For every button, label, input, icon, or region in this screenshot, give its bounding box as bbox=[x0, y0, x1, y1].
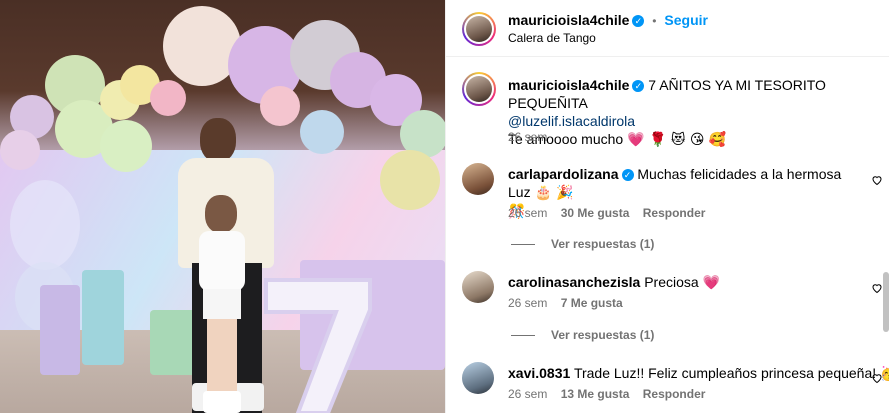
caption-time[interactable]: 26 sem bbox=[508, 130, 547, 144]
follow-button[interactable]: Seguir bbox=[664, 12, 708, 28]
caption-emojis: 💗 🌹 😻 😘 🥰 bbox=[627, 132, 727, 148]
view-replies-button[interactable]: Ver respuestas (1) bbox=[511, 237, 654, 251]
balloon bbox=[380, 150, 440, 210]
dessert-table bbox=[82, 270, 124, 365]
comments-scrollbar[interactable] bbox=[883, 272, 889, 332]
view-replies-button[interactable]: Ver respuestas (1) bbox=[511, 328, 654, 342]
comment-time[interactable]: 26 sem bbox=[508, 206, 547, 220]
caption-block: mauricioisla4chile ✓ 7 AÑITOS YA MI TESOR… bbox=[508, 76, 878, 149]
comment-time[interactable]: 26 sem bbox=[508, 387, 547, 401]
comment-reply-button[interactable]: Responder bbox=[643, 387, 706, 401]
comment-time[interactable]: 26 sem bbox=[508, 296, 547, 310]
view-replies-label[interactable]: Ver respuestas (1) bbox=[551, 328, 654, 342]
comment-emojis: 🎂 🎉 bbox=[534, 185, 574, 201]
comment-likes[interactable]: 13 Me gusta bbox=[561, 387, 630, 401]
heart-outline-icon[interactable] bbox=[871, 281, 883, 294]
post-photo[interactable] bbox=[0, 0, 445, 413]
comment-avatar[interactable] bbox=[462, 271, 494, 303]
number-seven-decoration bbox=[264, 278, 372, 413]
balloon bbox=[10, 180, 80, 270]
balloon bbox=[0, 130, 40, 170]
verified-badge-icon: ✓ bbox=[632, 15, 645, 28]
balloon bbox=[300, 110, 344, 154]
post-side-panel: mauricioisla4chile ✓ • Seguir Calera de T… bbox=[445, 0, 889, 413]
caption-author-avatar[interactable] bbox=[462, 72, 496, 106]
comment-item: carolinasanchezisla Preciosa 💗 bbox=[508, 273, 864, 292]
header-title-row: mauricioisla4chile ✓ • Seguir bbox=[508, 12, 708, 28]
verified-badge-icon: ✓ bbox=[621, 169, 634, 182]
view-replies-label[interactable]: Ver respuestas (1) bbox=[551, 237, 654, 251]
location-label[interactable]: Calera de Tango bbox=[508, 31, 596, 45]
comment-avatar[interactable] bbox=[462, 362, 494, 394]
comment-avatar[interactable] bbox=[462, 163, 494, 195]
comment-username[interactable]: carolinasanchezisla bbox=[508, 274, 640, 290]
divider-line bbox=[511, 243, 535, 245]
heart-outline-icon[interactable] bbox=[871, 371, 883, 384]
post-header: mauricioisla4chile ✓ • Seguir Calera de T… bbox=[446, 0, 889, 57]
caption-username[interactable]: mauricioisla4chile bbox=[508, 77, 629, 93]
balloon bbox=[150, 80, 186, 116]
comment-meta: 26 sem 7 Me gusta bbox=[508, 296, 623, 310]
dessert-table bbox=[40, 285, 80, 375]
comment-text: Preciosa bbox=[644, 274, 699, 290]
comment-item: xavi.0831 Trade Luz!! Feliz cumpleaños p… bbox=[508, 364, 889, 383]
comment-reply-button[interactable]: Responder bbox=[643, 206, 706, 220]
verified-badge-icon: ✓ bbox=[632, 80, 645, 93]
comment-likes[interactable]: 7 Me gusta bbox=[561, 296, 623, 310]
comment-meta: 26 sem 30 Me gusta Responder bbox=[508, 206, 705, 220]
caption-mention-link[interactable]: @luzelif.islacaldirola bbox=[508, 113, 635, 129]
balloon bbox=[100, 120, 152, 172]
comment-likes[interactable]: 30 Me gusta bbox=[561, 206, 630, 220]
comment-meta: 26 sem 13 Me gusta Responder bbox=[508, 387, 705, 401]
comment-text: Trade Luz!! Feliz cumpleaños princesa pe… bbox=[573, 365, 877, 381]
girl-figure bbox=[195, 195, 255, 413]
comment-username[interactable]: xavi.0831 bbox=[508, 365, 570, 381]
header-separator: • bbox=[652, 14, 657, 28]
author-avatar[interactable] bbox=[462, 12, 496, 46]
comment-emojis: 💗 bbox=[702, 275, 720, 291]
comment-username[interactable]: carlapardolizana bbox=[508, 166, 619, 182]
author-username[interactable]: mauricioisla4chile bbox=[508, 12, 629, 28]
divider-line bbox=[511, 334, 535, 336]
heart-outline-icon[interactable] bbox=[871, 173, 883, 186]
